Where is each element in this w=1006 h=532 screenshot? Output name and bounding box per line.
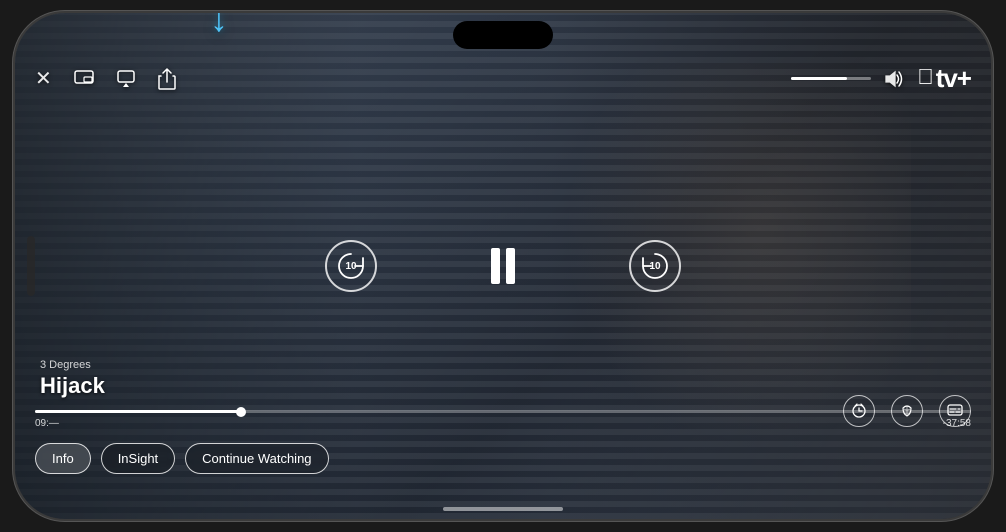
pause-bar-right <box>506 248 515 284</box>
info-pill-button[interactable]: Info <box>35 443 91 474</box>
dynamic-island <box>453 21 553 49</box>
top-left-controls: ✕ <box>35 66 176 91</box>
apple-tv-logo:  tv+ <box>917 63 971 94</box>
top-controls-bar: ✕ <box>15 63 991 94</box>
center-controls: 10 10 <box>325 240 681 292</box>
current-time: 09:— <box>35 418 59 429</box>
progress-fill <box>35 410 241 413</box>
tv-plus-label: tv+ <box>936 63 971 94</box>
show-season: 3 Degrees <box>40 359 105 371</box>
close-button[interactable]: ✕ <box>35 66 52 91</box>
blue-arrow-indicator: ↓ <box>210 11 228 37</box>
rewind-label: 10 <box>345 261 356 272</box>
continue-watching-pill-button[interactable]: Continue Watching <box>185 443 328 474</box>
volume-icon[interactable] <box>883 69 905 89</box>
pause-button[interactable] <box>477 240 529 292</box>
show-title: Hijack <box>40 373 105 399</box>
rewind-button[interactable]: 10 <box>325 240 377 292</box>
volume-bar[interactable] <box>791 77 871 80</box>
insight-pill-button[interactable]: InSight <box>101 443 175 474</box>
volume-area <box>791 77 871 80</box>
pause-bar-left <box>491 248 500 284</box>
phone-frame: ↓ ✕ <box>13 11 993 521</box>
remaining-time: -37:58 <box>943 418 971 429</box>
airplay-button[interactable] <box>116 69 136 89</box>
progress-container: 09:— -37:58 <box>35 410 971 429</box>
pip-button[interactable] <box>74 70 94 88</box>
volume-fill <box>791 77 847 80</box>
home-indicator[interactable] <box>443 507 563 511</box>
share-button[interactable] <box>158 68 176 90</box>
progress-bar[interactable] <box>35 410 971 413</box>
progress-scrubber[interactable] <box>236 407 246 417</box>
top-right-controls:  tv+ <box>791 63 971 94</box>
time-display: 09:— -37:58 <box>35 418 971 429</box>
forward-label: 10 <box>649 261 660 272</box>
side-camera-notch <box>27 236 35 296</box>
apple-icon:  <box>917 64 934 90</box>
forward-button[interactable]: 10 <box>629 240 681 292</box>
bottom-pills: Info InSight Continue Watching <box>35 443 329 474</box>
title-area: 3 Degrees Hijack <box>40 359 105 399</box>
